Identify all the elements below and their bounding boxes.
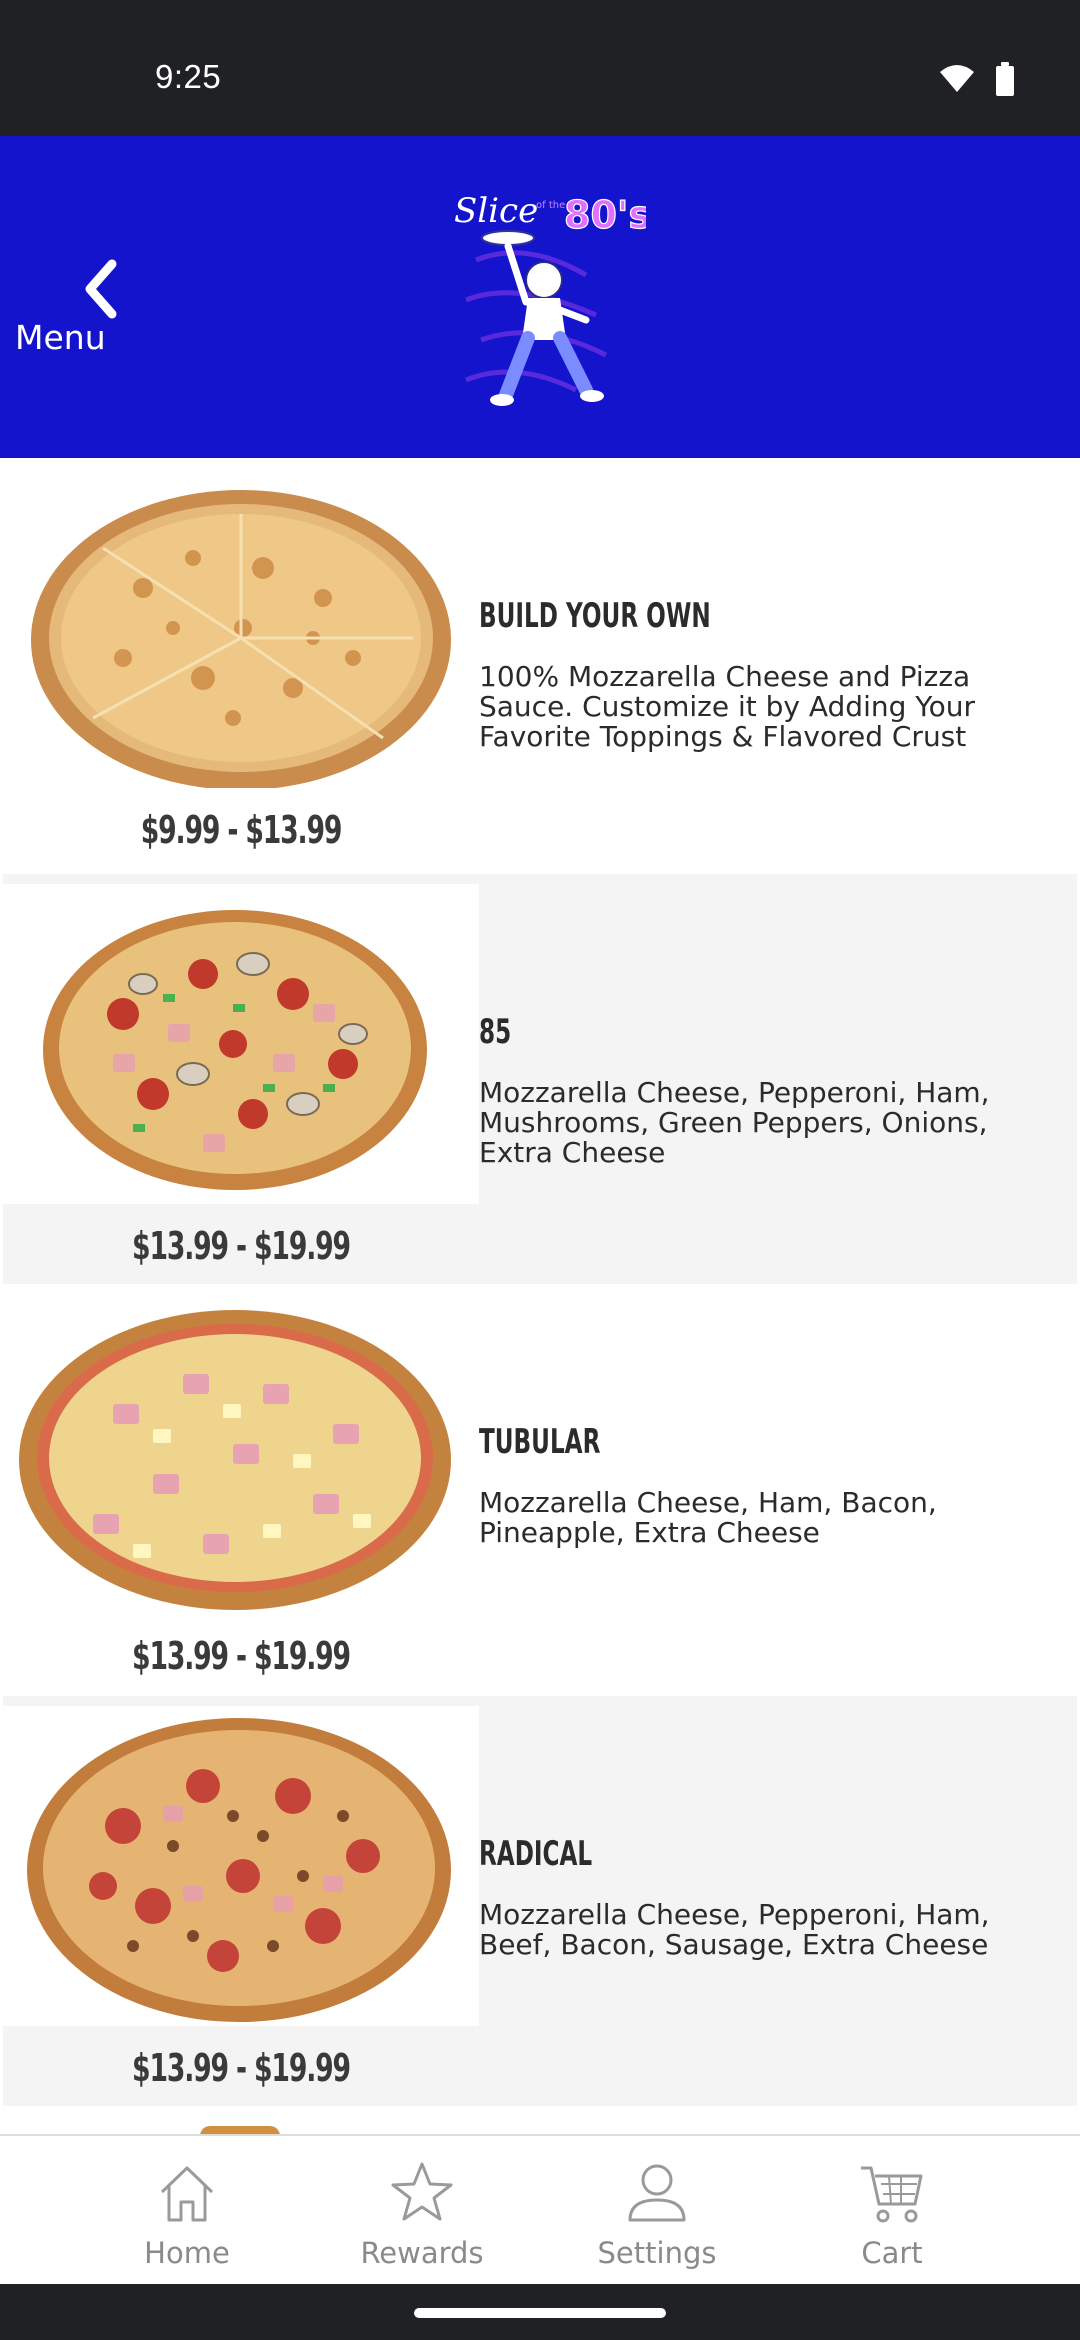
item-price: $13.99 - $19.99: [132, 1224, 351, 1268]
item-price: $13.99 - $19.99: [132, 2046, 351, 2090]
cheese-pizza-image: [3, 468, 479, 790]
item-price: $9.99 - $13.99: [140, 808, 343, 852]
svg-text:of the: of the: [536, 200, 565, 211]
svg-text:80's: 80's: [564, 193, 646, 237]
nav-label: Settings: [597, 2236, 717, 2270]
supreme-pizza-image: [3, 884, 479, 1204]
item-description: Mozzarella Cheese, Pepperoni, Ham, Mushr…: [479, 1076, 990, 1169]
star-icon: [387, 2158, 457, 2228]
nav-cart[interactable]: Cart: [792, 2136, 992, 2286]
app-header: Menu Slice of the 80's: [0, 136, 1080, 458]
status-time: 9:25: [155, 58, 222, 95]
wifi-icon: [939, 64, 975, 98]
bottom-nav: Home Rewards Settings Cart: [0, 2134, 1080, 2286]
gesture-bar: [0, 2284, 1080, 2340]
status-bar: 9:25: [0, 0, 1080, 136]
gesture-handle[interactable]: [414, 2308, 666, 2318]
nav-home[interactable]: Home: [87, 2136, 287, 2286]
menu-list: $9.99 - $13.99 BUILD YOUR OWN 100% Mozza…: [0, 458, 1080, 2134]
item-name: 85: [479, 1012, 512, 1052]
item-description: Mozzarella Cheese, Ham, Bacon, Pineapple…: [479, 1486, 937, 1549]
status-icons: [939, 62, 1015, 100]
meat-pizza-image: [3, 1706, 479, 2026]
chevron-left-icon: [72, 254, 132, 324]
next-item-peek: [200, 2126, 280, 2134]
menu-item-tubular[interactable]: $13.99 - $19.99 TUBULAR Mozzarella Chees…: [3, 1284, 1077, 1694]
menu-item-radical[interactable]: $13.99 - $19.99 RADICAL Mozzarella Chees…: [3, 1696, 1077, 2106]
nav-label: Home: [144, 2236, 230, 2270]
svg-text:Slice: Slice: [454, 191, 538, 231]
item-name: TUBULAR: [479, 1422, 601, 1462]
menu-item-build-your-own[interactable]: $9.99 - $13.99 BUILD YOUR OWN 100% Mozza…: [3, 458, 1077, 868]
person-icon: [622, 2158, 692, 2228]
nav-label: Rewards: [360, 2236, 484, 2270]
nav-settings[interactable]: Settings: [557, 2136, 757, 2286]
item-description: 100% Mozzarella Cheese and Pizza Sauce. …: [479, 660, 976, 753]
back-to-menu-button[interactable]: [30, 246, 180, 386]
item-name: BUILD YOUR OWN: [479, 596, 711, 636]
menu-item-85[interactable]: $13.99 - $19.99 85 Mozzarella Cheese, Pe…: [3, 874, 1077, 1284]
hawaiian-pizza-image: [3, 1294, 479, 1614]
item-price: $13.99 - $19.99: [132, 1634, 351, 1678]
battery-icon: [995, 62, 1015, 100]
nav-rewards[interactable]: Rewards: [322, 2136, 522, 2286]
home-icon: [152, 2158, 222, 2228]
item-name: RADICAL: [479, 1834, 593, 1874]
nav-label: Cart: [861, 2236, 923, 2270]
cart-icon: [857, 2158, 927, 2228]
brand-logo: Slice of the 80's: [436, 180, 652, 420]
item-description: Mozzarella Cheese, Pepperoni, Ham, Beef,…: [479, 1898, 990, 1961]
back-label: Menu: [15, 318, 106, 357]
